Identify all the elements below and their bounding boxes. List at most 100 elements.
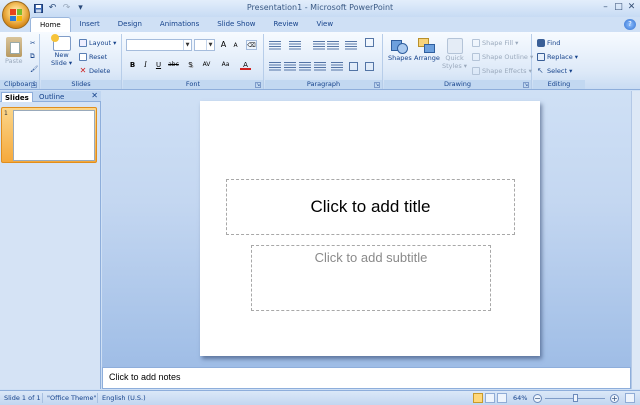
align-text-icon[interactable] (349, 62, 358, 71)
tab-home[interactable]: Home (30, 17, 71, 32)
justify-icon[interactable] (314, 62, 326, 71)
layout-button[interactable]: Layout ▾ (79, 39, 116, 47)
group-editing: Find Replace ▾ ↖ Select ▾ Editing (533, 34, 585, 89)
zoom-in-button[interactable]: + (610, 394, 619, 403)
group-paragraph: Paragraph ↘ (265, 34, 383, 89)
office-button[interactable] (2, 1, 30, 29)
status-bar: Slide 1 of 1 "Office Theme" English (U.S… (0, 390, 640, 405)
pencil-icon (472, 53, 480, 61)
tab-insert[interactable]: Insert (71, 17, 109, 32)
bold-button[interactable]: B (127, 60, 138, 70)
decrease-indent-icon[interactable] (313, 41, 325, 50)
bullets-icon[interactable] (269, 41, 281, 50)
smartart-icon[interactable] (365, 62, 374, 71)
font-size-combo[interactable]: ▼ (194, 39, 215, 51)
italic-button[interactable]: I (140, 60, 151, 70)
clear-formatting-button[interactable]: ⌫ (246, 40, 257, 50)
font-name-combo[interactable]: ▼ (126, 39, 192, 51)
slide-canvas: Click to add title Click to add subtitle (200, 101, 540, 356)
group-label-font: Font (123, 80, 263, 89)
tab-review[interactable]: Review (264, 17, 307, 32)
subtitle-placeholder[interactable]: Click to add subtitle (251, 245, 491, 311)
tab-view[interactable]: View (307, 17, 342, 32)
title-bar: ↶ ↷ ▾ Presentation1 - Microsoft PowerPoi… (0, 0, 640, 17)
help-icon[interactable]: ? (624, 19, 636, 30)
drawing-dialog-launcher[interactable]: ↘ (523, 82, 529, 88)
close-button[interactable]: ✕ (625, 0, 638, 13)
paint-bucket-icon (472, 39, 480, 47)
slide-sorter-view-icon[interactable] (485, 393, 495, 403)
group-drawing: Shapes Arrange Quick Styles ▾ Shape Fill… (384, 34, 533, 89)
paste-button[interactable]: Paste (5, 37, 23, 65)
zoom-level[interactable]: 64% (513, 394, 527, 402)
format-painter-icon[interactable]: 🖌 (30, 65, 38, 73)
tab-outline[interactable]: Outline (36, 92, 67, 102)
font-color-button[interactable]: A (240, 60, 251, 70)
close-icon[interactable]: ✕ (91, 91, 98, 100)
slide-show-view-icon[interactable] (497, 393, 507, 403)
chevron-down-icon: ▼ (206, 40, 214, 50)
quick-styles-button[interactable]: Quick Styles ▾ (442, 38, 467, 70)
align-right-icon[interactable] (299, 62, 311, 71)
group-label-drawing: Drawing (384, 80, 531, 89)
new-slide-button[interactable]: New Slide ▾ (50, 34, 72, 67)
window-controls: – □ ✕ (599, 0, 638, 13)
change-case-button[interactable]: Aa (220, 60, 231, 70)
font-dialog-launcher[interactable]: ↘ (255, 82, 261, 88)
quick-styles-icon (446, 38, 463, 54)
delete-slide-button[interactable]: ✕ Delete (79, 67, 111, 76)
zoom-out-button[interactable]: − (533, 394, 542, 403)
minimize-button[interactable]: – (599, 0, 612, 13)
arrange-button[interactable]: Arrange (414, 38, 440, 62)
tab-slides[interactable]: Slides (1, 92, 33, 102)
zoom-slider-thumb[interactable] (573, 394, 578, 402)
paragraph-dialog-launcher[interactable]: ↘ (374, 82, 380, 88)
tab-design[interactable]: Design (109, 17, 151, 32)
shape-outline-button[interactable]: Shape Outline ▾ (472, 53, 533, 61)
shape-effects-button[interactable]: Shape Effects ▾ (472, 67, 532, 75)
text-shadow-button[interactable]: S (185, 60, 196, 70)
find-button[interactable]: Find (537, 39, 560, 47)
numbering-icon[interactable] (289, 41, 301, 50)
replace-icon (537, 53, 545, 61)
maximize-button[interactable]: □ (612, 0, 625, 13)
notes-pane[interactable]: Click to add notes (102, 367, 631, 389)
fit-to-window-icon[interactable] (625, 393, 635, 403)
clipboard-dialog-launcher[interactable]: ↘ (31, 82, 37, 88)
underline-button[interactable]: U (153, 60, 164, 70)
group-label-paragraph: Paragraph (265, 80, 382, 89)
align-center-icon[interactable] (284, 62, 296, 71)
replace-button[interactable]: Replace ▾ (537, 53, 578, 61)
notes-scrollbar[interactable] (631, 367, 640, 389)
theme-name: "Office Theme" (47, 394, 97, 402)
vertical-scrollbar[interactable] (631, 91, 640, 367)
copy-icon[interactable]: ⧉ (30, 52, 35, 61)
shape-fill-button[interactable]: Shape Fill ▾ (472, 39, 518, 47)
cut-icon[interactable]: ✂ (30, 39, 35, 47)
group-label-editing: Editing (533, 80, 585, 89)
tab-slide-show[interactable]: Slide Show (208, 17, 264, 32)
grow-font-button[interactable]: A (218, 40, 229, 50)
slide-thumbnail[interactable]: 1 (1, 107, 97, 163)
character-spacing-button[interactable]: AV (201, 60, 212, 70)
tab-animations[interactable]: Animations (151, 17, 208, 32)
cursor-icon: ↖ (537, 66, 544, 75)
title-placeholder[interactable]: Click to add title (226, 179, 515, 235)
normal-view-icon[interactable] (473, 393, 483, 403)
columns-icon[interactable] (331, 62, 343, 71)
status-separator (42, 393, 43, 403)
office-logo-icon (10, 9, 22, 21)
line-spacing-icon[interactable] (345, 41, 357, 50)
slides-pane: Slides Outline ✕ 1 (0, 91, 101, 389)
shapes-button[interactable]: Shapes (388, 38, 412, 62)
strikethrough-button[interactable]: abc (168, 60, 179, 70)
language-indicator[interactable]: English (U.S.) (102, 394, 146, 402)
increase-indent-icon[interactable] (327, 41, 339, 50)
select-button[interactable]: ↖ Select ▾ (537, 66, 572, 76)
layout-icon (79, 39, 87, 47)
slide-number: 1 (4, 110, 8, 117)
align-left-icon[interactable] (269, 62, 281, 71)
shrink-font-button[interactable]: A (230, 41, 241, 51)
text-direction-icon[interactable] (365, 38, 374, 47)
reset-button[interactable]: Reset (79, 53, 107, 61)
